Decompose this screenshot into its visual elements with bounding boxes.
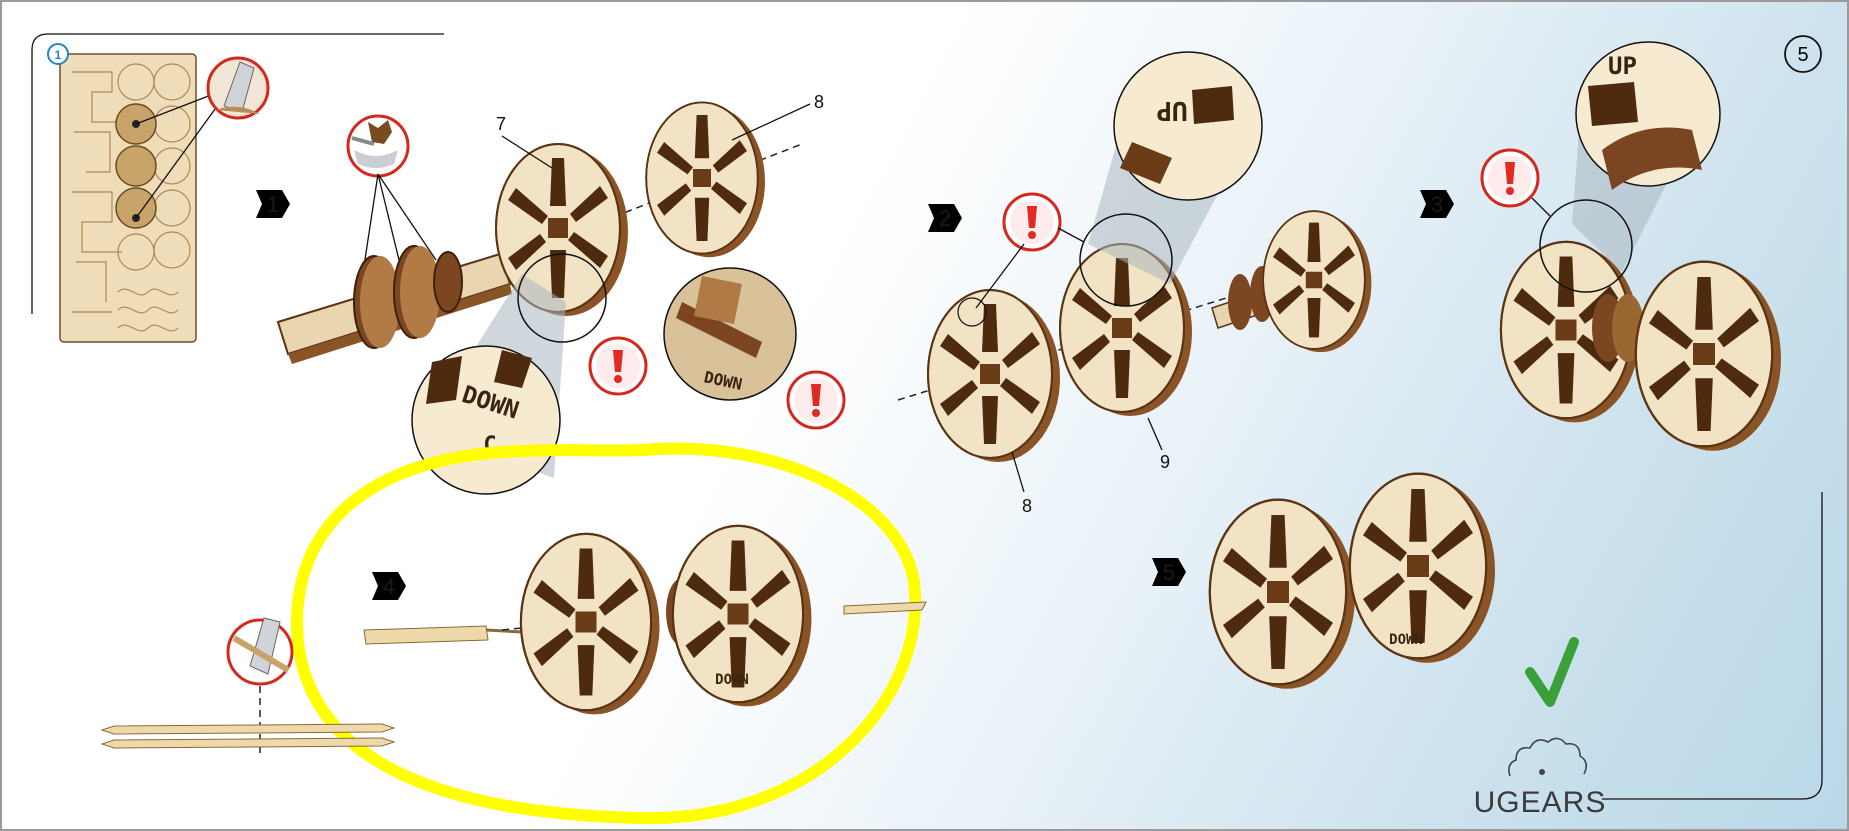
wheel-part-8 [645, 101, 766, 259]
engraving-up-step3: UP [1608, 52, 1637, 80]
step-2-number: 2 [939, 206, 951, 231]
step-1-group: 1 7 8 DOWN C DOWN [256, 92, 846, 495]
step-2-group: 2 8 9 UP [897, 51, 1373, 516]
checkmark-icon [1525, 637, 1579, 707]
cutter-icon [206, 56, 270, 120]
zoom-down-lens: DOWN C [411, 345, 561, 495]
page-number: 5 [1797, 44, 1808, 66]
engraving-down-step5: DOWN [1389, 632, 1423, 648]
ugears-logo: UGEARS [1474, 737, 1607, 819]
cutter-icon-step4 [226, 617, 294, 686]
zoom-up-lens: UP [1113, 51, 1263, 201]
step-4-badge: 4 [372, 572, 406, 600]
instruction-page: 5 1 1 7 8 DOWN C DOWN 2 8 9 UP 3 UP 4 DO… [0, 0, 1849, 831]
step-5-number: 5 [1163, 560, 1175, 585]
warning-icon [1002, 192, 1062, 252]
callout-7: 7 [496, 114, 506, 134]
wheel-assembly [1262, 210, 1373, 353]
assembly-diagram: 5 1 1 7 8 DOWN C DOWN 2 8 9 UP 3 UP 4 DO… [31, 33, 1823, 825]
page-number-badge: 5 [1784, 35, 1822, 73]
glue-icon [346, 114, 410, 178]
callout-9: 9 [1160, 452, 1170, 472]
wheel-assembly [1634, 260, 1783, 452]
warning-icon [588, 336, 648, 396]
engraving-down-step4: DOWN [715, 672, 749, 688]
wheel-assembly [519, 532, 661, 716]
step-5-badge: 5 [1152, 558, 1186, 586]
wheel-assembly [1208, 498, 1357, 690]
engraving-up: UP [1156, 95, 1187, 125]
step-1-number: 1 [267, 192, 279, 217]
warning-icon [786, 370, 846, 430]
step-2-badge: 2 [928, 204, 962, 232]
sheet-marker: 1 [55, 48, 62, 62]
wheel-part-8 [927, 289, 1061, 463]
frame-bottom-right [1602, 492, 1823, 800]
callout-8: 8 [814, 92, 824, 112]
step-3-badge: 3 [1420, 190, 1454, 218]
step-5-group: 5 DOWN [1152, 472, 1579, 707]
callout-8-step2: 8 [1022, 496, 1032, 516]
step-1-badge: 1 [256, 190, 290, 218]
brand-name: UGEARS [1474, 786, 1607, 819]
parts-sheet: 1 [47, 43, 270, 343]
step-4-number: 4 [383, 574, 395, 599]
step-4-group: 4 DOWN [100, 442, 927, 825]
warning-icon [1480, 148, 1540, 208]
step-3-group: 3 UP [1420, 41, 1783, 452]
step-3-number: 3 [1431, 192, 1443, 217]
zoom-detail-lens: DOWN [663, 267, 797, 401]
